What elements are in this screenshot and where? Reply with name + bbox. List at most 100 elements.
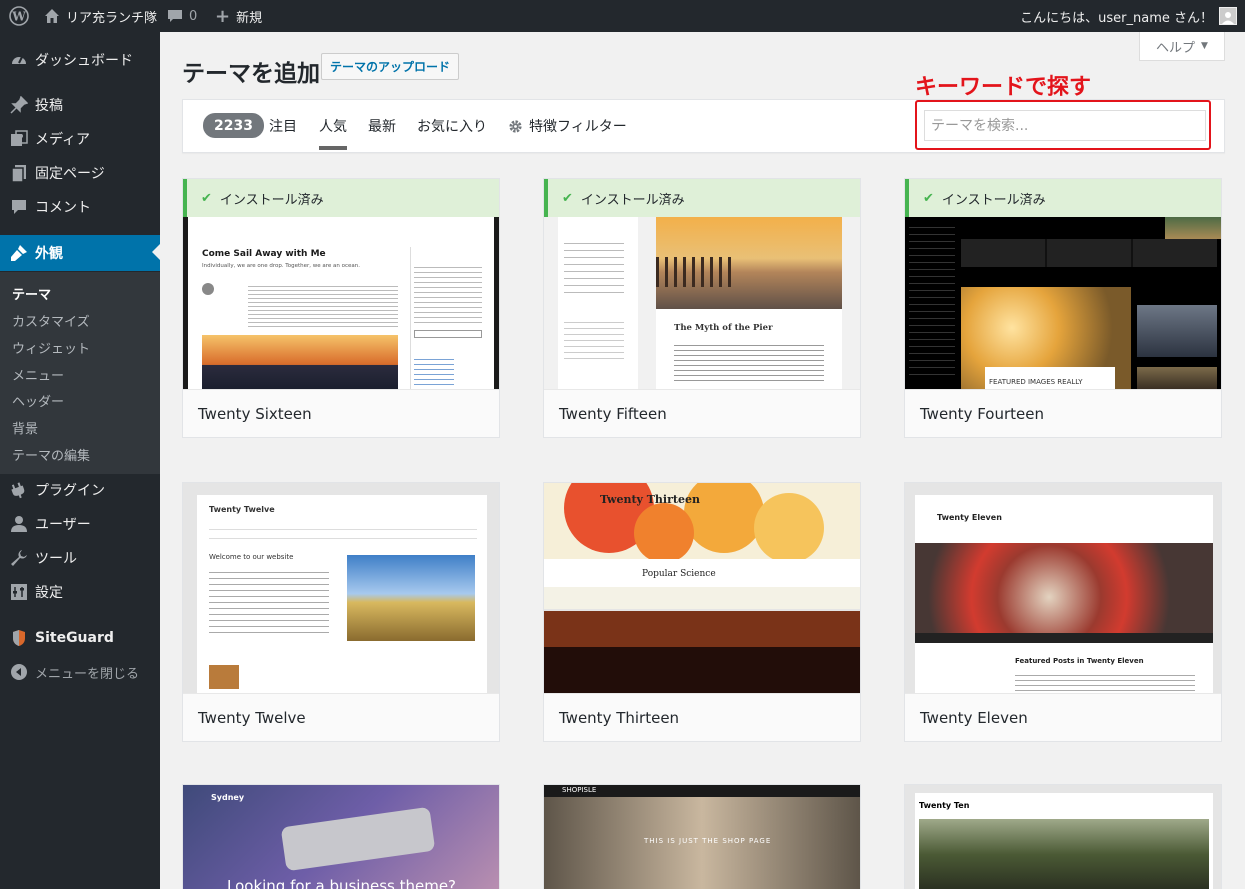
appearance-icon [10, 244, 28, 262]
tab-favorites[interactable]: お気に入り [417, 116, 487, 136]
wordpress-logo-icon[interactable]: W [9, 0, 29, 32]
menu-settings[interactable]: 設定 [0, 575, 160, 609]
tab-featured[interactable]: 注目 [269, 116, 297, 136]
svg-text:W: W [11, 10, 26, 24]
checkmark-icon: ✔ [201, 190, 212, 206]
pages-icon [10, 164, 28, 182]
preview-title: Twenty Eleven [937, 513, 1002, 522]
theme-screenshot: Come Sail Away with Me Individually, we … [183, 179, 499, 389]
preview-heading: Welcome to our website [209, 553, 294, 561]
checkmark-icon: ✔ [562, 190, 573, 206]
theme-card[interactable]: SHOPISLE THIS IS JUST THE SHOP PAGE [543, 784, 861, 889]
menu-pages[interactable]: 固定ページ [0, 156, 160, 190]
menu-tools[interactable]: ツール [0, 541, 160, 575]
theme-card[interactable]: Come Sail Away with Me Individually, we … [182, 178, 500, 438]
theme-search-input[interactable] [924, 110, 1206, 141]
menu-label: SiteGuard [35, 630, 114, 646]
preview-title: Twenty Ten [919, 801, 970, 810]
preview-heading: Popular Science [642, 569, 716, 579]
my-account[interactable]: こんにちは、user_name さん！ [1020, 0, 1237, 32]
theme-screenshot: Twenty Eleven Featured Posts in Twenty E… [905, 483, 1221, 693]
submenu-background[interactable]: 背景 [12, 418, 38, 437]
menu-collapse[interactable]: メニューを閉じる [0, 655, 160, 689]
preview-title: Twenty Thirteen [600, 493, 700, 506]
avatar [1219, 7, 1237, 25]
comments-link[interactable]: 0 [167, 0, 197, 32]
site-name-link[interactable]: リア充ランチ隊 [44, 0, 157, 32]
menu-label: 外観 [35, 246, 63, 262]
theme-screenshot: Twenty Ten [905, 785, 1221, 889]
theme-name: Twenty Twelve [183, 693, 499, 741]
menu-media[interactable]: メディア [0, 122, 160, 156]
theme-name: Twenty Fourteen [905, 389, 1221, 437]
installed-badge: ✔ インストール済み [905, 179, 1221, 217]
theme-card[interactable]: Twenty Thirteen Popular Science Twenty T… [543, 482, 861, 742]
new-content-link[interactable]: + 新規 [215, 0, 262, 32]
menu-label: メニューを閉じる [35, 666, 140, 682]
menu-label: 固定ページ [35, 166, 105, 182]
theme-name: Twenty Fifteen [544, 389, 860, 437]
tab-latest[interactable]: 最新 [368, 116, 396, 136]
theme-card[interactable]: Sydney Looking for a business theme? [182, 784, 500, 889]
help-label: ヘルプ [1156, 40, 1196, 56]
theme-screenshot: Twenty Twelve Welcome to our website [183, 483, 499, 693]
menu-label: コメント [35, 200, 91, 216]
theme-card[interactable]: The Myth of the Pier ✔ インストール済み Twenty Fi… [543, 178, 861, 438]
theme-count-badge: 2233 [203, 113, 264, 138]
submenu-widgets[interactable]: ウィジェット [12, 338, 90, 357]
triangle-down-icon: ▼ [1201, 41, 1208, 51]
search-highlight [915, 100, 1211, 150]
pin-icon [10, 96, 28, 114]
plus-icon: + [215, 5, 231, 27]
theme-screenshot: Twenty Thirteen Popular Science [544, 483, 860, 693]
menu-dashboard[interactable]: ダッシュボード [0, 43, 160, 77]
menu-posts[interactable]: 投稿 [0, 88, 160, 122]
comment-icon [168, 10, 182, 22]
preview-brand: SHOPISLE [562, 786, 597, 794]
home-icon [45, 9, 59, 23]
theme-card[interactable]: Twenty Eleven Featured Posts in Twenty E… [904, 482, 1222, 742]
comments-count: 0 [189, 8, 198, 24]
submenu-header[interactable]: ヘッダー [12, 391, 64, 410]
upload-theme-button[interactable]: テーマのアップロード [321, 53, 460, 80]
preview-title: The Myth of the Pier [674, 323, 773, 333]
preview-headline: Looking for a business theme? [227, 877, 457, 889]
menu-comments[interactable]: コメント [0, 190, 160, 224]
menu-label: 設定 [35, 585, 63, 601]
menu-siteguard[interactable]: SiteGuard [0, 621, 160, 655]
theme-name: Twenty Eleven [905, 693, 1221, 741]
installed-badge: ✔ インストール済み [544, 179, 860, 217]
menu-label: 投稿 [35, 98, 63, 114]
feature-filter-label: 特徴フィルター [529, 119, 627, 135]
theme-screenshot: Sydney Looking for a business theme? [183, 785, 499, 889]
submenu-customize[interactable]: カスタマイズ [12, 311, 90, 330]
theme-screenshot: FEATURED IMAGES REALLY ✔ インストール済み [905, 179, 1221, 389]
theme-card[interactable]: Twenty Twelve Welcome to our website Twe… [182, 482, 500, 742]
menu-plugins[interactable]: プラグイン [0, 473, 160, 507]
preview-title: Come Sail Away with Me [202, 249, 326, 259]
tab-popular[interactable]: 人気 [319, 116, 347, 150]
gear-icon [509, 119, 522, 133]
submenu-themes[interactable]: テーマ [12, 284, 51, 303]
preview-tagline: Individually, we are one drop. Together,… [202, 263, 361, 269]
theme-card[interactable]: Twenty Ten [904, 784, 1222, 889]
installed-badge: ✔ インストール済み [183, 179, 499, 217]
theme-filter-bar: 2233 注目 人気 最新 お気に入り 特徴フィルター [182, 99, 1225, 153]
tools-icon [10, 549, 28, 567]
theme-card[interactable]: FEATURED IMAGES REALLY ✔ インストール済み Twenty … [904, 178, 1222, 438]
media-icon [10, 130, 28, 148]
menu-label: ツール [35, 551, 77, 567]
preview-brand: Sydney [211, 793, 245, 802]
help-button[interactable]: ヘルプ ▼ [1139, 32, 1225, 61]
theme-name: Twenty Sixteen [183, 389, 499, 437]
menu-users[interactable]: ユーザー [0, 507, 160, 541]
settings-icon [10, 583, 28, 601]
theme-screenshot: The Myth of the Pier ✔ インストール済み [544, 179, 860, 389]
admin-bar: W リア充ランチ隊 0 + 新規 こんにちは、user_name さん！ [0, 0, 1245, 32]
submenu-menus[interactable]: メニュー [12, 365, 64, 384]
submenu-theme-editor[interactable]: テーマの編集 [12, 445, 90, 464]
site-name: リア充ランチ隊 [66, 10, 158, 26]
appearance-submenu: テーマ カスタマイズ ウィジェット メニュー ヘッダー 背景 テーマの編集 [0, 272, 160, 474]
feature-filter-button[interactable]: 特徴フィルター [508, 116, 627, 136]
menu-appearance[interactable]: 外観 [0, 235, 160, 271]
